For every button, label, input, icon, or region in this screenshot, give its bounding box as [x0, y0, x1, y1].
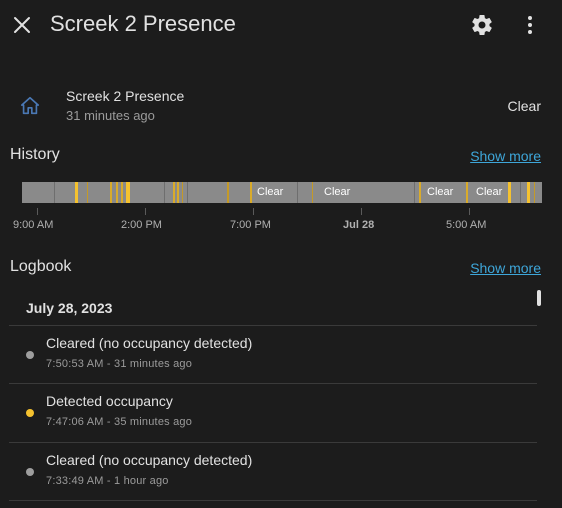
logbook-date-header: July 28, 2023	[26, 300, 113, 316]
state-dot	[26, 351, 34, 359]
axis-tick	[145, 208, 146, 215]
more-options-button[interactable]	[518, 13, 542, 37]
state-dot	[26, 468, 34, 476]
logbook-entry-time: 7:33:49 AM - 1 hour ago	[46, 475, 169, 487]
timeline-detected-segment	[121, 182, 123, 203]
logbook-entry-message: Detected occupancy	[46, 393, 173, 409]
timeline-detected-segment	[87, 182, 88, 203]
entity-name: Screek 2 Presence	[66, 88, 185, 104]
logbook-title: Logbook	[10, 258, 72, 275]
logbook-entry-message: Cleared (no occupancy detected)	[46, 452, 253, 468]
logbook-entry-time: 7:47:06 AM - 35 minutes ago	[46, 416, 193, 428]
logbook-entry[interactable]: Cleared (no occupancy detected) 7:50:53 …	[0, 325, 540, 383]
close-icon	[14, 17, 30, 33]
axis-label: 9:00 AM	[13, 219, 54, 231]
timeline-marker	[187, 182, 188, 203]
timeline-detected-segment	[110, 182, 112, 203]
timeline-marker	[297, 182, 298, 203]
logbook-entry-time: 7:50:53 AM - 31 minutes ago	[46, 358, 193, 370]
entity-last-changed: 31 minutes ago	[66, 108, 155, 123]
timeline-marker	[414, 182, 415, 203]
timeline-marker	[164, 182, 165, 203]
axis-label: 2:00 PM	[121, 219, 162, 231]
timeline-marker	[520, 182, 521, 203]
axis-tick	[361, 208, 362, 215]
timeline-label: Clear	[324, 186, 351, 198]
timeline-detected-segment	[75, 182, 78, 203]
history-show-more-link[interactable]: Show more	[470, 148, 541, 164]
axis-label: 7:00 PM	[230, 219, 271, 231]
axis-tick	[469, 208, 470, 215]
settings-button[interactable]	[470, 13, 494, 37]
scrollbar-thumb[interactable]	[537, 290, 541, 306]
timeline-marker	[54, 182, 55, 203]
timeline-detected-segment	[182, 182, 183, 203]
timeline-detected-segment	[419, 182, 421, 203]
axis-tick	[37, 208, 38, 215]
logbook-show-more-link[interactable]: Show more	[470, 260, 541, 276]
history-title: History	[10, 146, 60, 163]
timeline-label: Clear	[476, 186, 503, 198]
axis-tick	[253, 208, 254, 215]
timeline-detected-segment	[173, 182, 175, 203]
logbook-entry[interactable]: Cleared (no occupancy detected) 7:33:49 …	[0, 442, 540, 500]
timeline-detected-segment	[177, 182, 179, 203]
state-dot	[26, 409, 34, 417]
timeline-detected-segment	[116, 182, 118, 203]
dialog-title: Screek 2 Presence	[50, 11, 236, 36]
logbook-entry[interactable]: Detected occupancy 7:47:06 AM - 35 minut…	[0, 383, 540, 441]
timeline-label: Clear	[257, 186, 284, 198]
timeline-detected-segment	[126, 182, 130, 203]
gear-icon	[472, 15, 492, 35]
home-icon	[19, 95, 41, 117]
entity-state: Clear	[507, 98, 541, 114]
entity-row: Screek 2 Presence 31 minutes ago Clear	[0, 80, 562, 130]
close-button[interactable]	[10, 13, 34, 37]
timeline-detected-segment	[312, 182, 313, 203]
timeline-label: Clear	[427, 186, 454, 198]
timeline-detected-segment	[250, 182, 252, 203]
timeline-detected-segment	[466, 182, 468, 203]
divider	[9, 500, 537, 501]
axis-label: 5:00 AM	[446, 219, 487, 231]
timeline-detected-segment	[527, 182, 530, 203]
timeline-detected-segment	[534, 182, 535, 203]
timeline-detected-segment	[508, 182, 511, 203]
axis-label: Jul 28	[343, 219, 375, 231]
timeline-detected-segment	[227, 182, 229, 203]
history-timeline[interactable]: Clear Clear Clear Clear	[22, 182, 542, 203]
dialog-header: Screek 2 Presence	[0, 0, 562, 50]
logbook-entry-message: Cleared (no occupancy detected)	[46, 335, 253, 351]
dots-vertical-icon	[528, 16, 532, 34]
logbook-list[interactable]: July 28, 2023 Cleared (no occupancy dete…	[0, 290, 562, 508]
